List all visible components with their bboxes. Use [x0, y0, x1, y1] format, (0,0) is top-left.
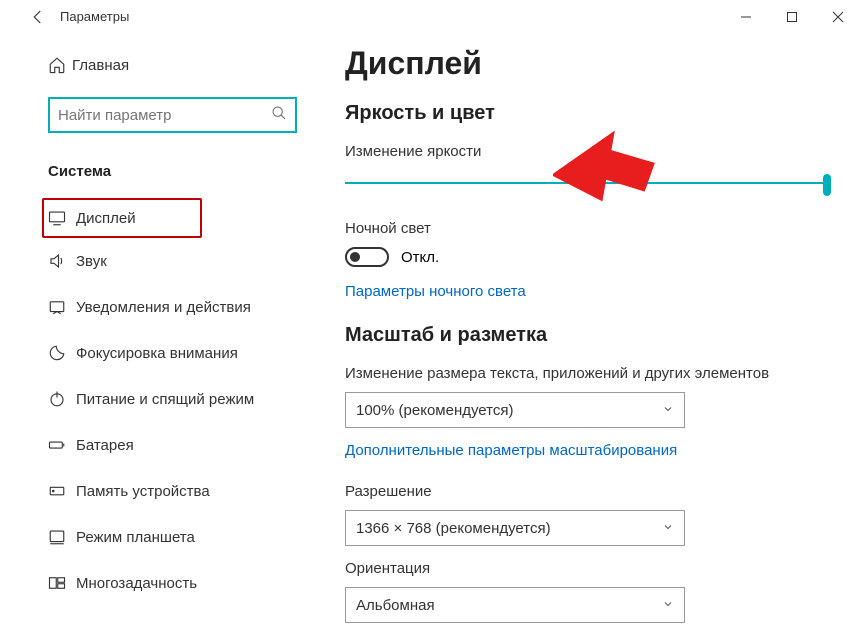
nightlight-toggle[interactable] [345, 247, 389, 267]
search-input[interactable] [58, 107, 271, 124]
power-icon [48, 390, 76, 408]
sidebar-item-focus[interactable]: Фокусировка внимания [48, 330, 345, 376]
search-icon [271, 105, 287, 126]
sidebar-item-label: Уведомления и действия [76, 299, 251, 316]
settings-window: Параметры Главная Си [0, 0, 861, 637]
focus-icon [48, 344, 76, 362]
sidebar-item-label: Звук [76, 253, 107, 270]
sidebar-item-display[interactable]: Дисплей [42, 198, 202, 238]
tablet-icon [48, 528, 76, 546]
page-title: Дисплей [345, 45, 831, 82]
orientation-label: Ориентация [345, 560, 831, 577]
notifications-icon [48, 298, 76, 316]
window-body: Главная Система Дисплей Звук [0, 33, 861, 637]
battery-icon [48, 436, 76, 454]
maximize-button[interactable] [769, 1, 815, 33]
storage-icon [48, 482, 76, 500]
sidebar-item-label: Режим планшета [76, 529, 195, 546]
sidebar-item-notifications[interactable]: Уведомления и действия [48, 284, 345, 330]
sidebar: Главная Система Дисплей Звук [0, 33, 345, 637]
titlebar: Параметры [0, 0, 861, 33]
content-area: Дисплей Яркость и цвет Изменение яркости… [345, 33, 861, 637]
sidebar-home-label: Главная [72, 57, 129, 74]
sidebar-item-label: Дисплей [76, 210, 136, 227]
sidebar-menu: Дисплей Звук Уведомления и действия Фоку… [48, 198, 345, 606]
chevron-down-icon [662, 597, 674, 614]
sidebar-item-storage[interactable]: Память устройства [48, 468, 345, 514]
sidebar-item-tablet[interactable]: Режим планшета [48, 514, 345, 560]
window-title: Параметры [60, 9, 129, 24]
orientation-value: Альбомная [356, 597, 435, 614]
maximize-icon [786, 11, 798, 23]
scale-section-title: Масштаб и разметка [345, 324, 831, 347]
sidebar-section-title: Система [48, 163, 345, 180]
toggle-knob [350, 252, 360, 262]
sidebar-item-sound[interactable]: Звук [48, 238, 345, 284]
brightness-slider[interactable] [345, 170, 831, 200]
multitask-icon [48, 574, 76, 592]
minimize-button[interactable] [723, 1, 769, 33]
scale-select[interactable]: 100% (рекомендуется) [345, 392, 685, 428]
advanced-scaling-link[interactable]: Дополнительные параметры масштабирования [345, 442, 831, 459]
search-box[interactable] [48, 97, 297, 133]
display-icon [48, 209, 76, 227]
scale-value: 100% (рекомендуется) [356, 402, 513, 419]
slider-thumb[interactable] [823, 174, 831, 196]
home-icon [48, 56, 72, 74]
sidebar-item-label: Фокусировка внимания [76, 345, 238, 362]
sound-icon [48, 252, 76, 270]
nightlight-toggle-row: Откл. [345, 247, 831, 267]
chevron-down-icon [662, 402, 674, 419]
search-wrap [48, 97, 297, 133]
sidebar-item-label: Батарея [76, 437, 134, 454]
brightness-section-title: Яркость и цвет [345, 102, 831, 125]
back-button[interactable] [20, 8, 56, 26]
sidebar-item-label: Многозадачность [76, 575, 197, 592]
nightlight-settings-link[interactable]: Параметры ночного света [345, 283, 831, 300]
orientation-select[interactable]: Альбомная [345, 587, 685, 623]
sidebar-item-power[interactable]: Питание и спящий режим [48, 376, 345, 422]
scale-label: Изменение размера текста, приложений и д… [345, 365, 831, 382]
resolution-label: Разрешение [345, 483, 831, 500]
window-controls [723, 1, 861, 33]
minimize-icon [740, 11, 752, 23]
close-icon [832, 11, 844, 23]
sidebar-item-label: Питание и спящий режим [76, 391, 254, 408]
slider-track [345, 182, 831, 184]
sidebar-item-label: Память устройства [76, 483, 210, 500]
resolution-select[interactable]: 1366 × 768 (рекомендуется) [345, 510, 685, 546]
sidebar-item-battery[interactable]: Батарея [48, 422, 345, 468]
chevron-down-icon [662, 520, 674, 537]
toggle-state-label: Откл. [401, 249, 439, 266]
sidebar-home[interactable]: Главная [48, 45, 345, 85]
close-button[interactable] [815, 1, 861, 33]
sidebar-item-multitask[interactable]: Многозадачность [48, 560, 345, 606]
arrow-left-icon [29, 8, 47, 26]
resolution-value: 1366 × 768 (рекомендуется) [356, 520, 551, 537]
brightness-label: Изменение яркости [345, 143, 831, 160]
nightlight-label: Ночной свет [345, 220, 831, 237]
